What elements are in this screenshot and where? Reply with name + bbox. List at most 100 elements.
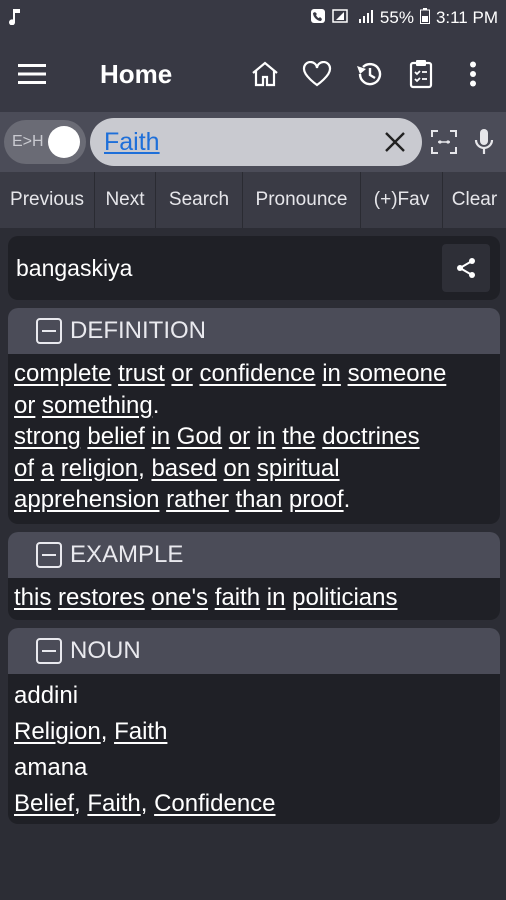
definition-word[interactable]: trust [118, 360, 165, 387]
toggle-knob [48, 126, 80, 158]
definition-word[interactable]: doctrines [322, 423, 419, 450]
definition-word[interactable]: proof [289, 486, 344, 513]
search-row: E>H Faith [0, 112, 506, 172]
heart-icon[interactable] [296, 53, 338, 95]
definition-word[interactable]: rather [166, 486, 229, 513]
punctuation: , [100, 718, 108, 745]
definition-word[interactable]: someone [348, 360, 447, 387]
synonym-link[interactable]: Faith [114, 718, 167, 745]
mic-icon[interactable] [466, 120, 502, 164]
definition-word[interactable]: in [257, 423, 276, 450]
definition-word[interactable]: on [224, 455, 251, 482]
example-header[interactable]: EXAMPLE [8, 532, 500, 578]
example-heading: EXAMPLE [70, 541, 184, 568]
menu-icon[interactable] [12, 54, 52, 94]
definition-word[interactable]: spiritual [257, 455, 340, 482]
definition-line: of a religion, based on spiritual [14, 453, 494, 485]
synonym-link[interactable]: Confidence [154, 790, 275, 817]
example-word[interactable]: politicians [292, 584, 397, 611]
punctuation: . [152, 391, 160, 419]
definition-body: complete trust or confidence in someone … [8, 354, 500, 524]
previous-button[interactable]: Previous [0, 172, 95, 228]
noun-card: NOUN addini Religion, Faith amana Belief… [8, 628, 500, 824]
search-query[interactable]: Faith [100, 128, 378, 157]
history-icon[interactable] [348, 53, 390, 95]
definition-word[interactable]: than [236, 486, 283, 513]
definition-word[interactable]: religion [61, 455, 138, 482]
noun-entry: amana [14, 754, 88, 781]
app-bar: Home [0, 36, 506, 112]
home-icon[interactable] [244, 53, 286, 95]
translation-card: bangaskiya [8, 236, 500, 300]
definition-word[interactable]: complete [14, 360, 111, 387]
synonym-link[interactable]: Belief [14, 790, 74, 817]
example-word[interactable]: faith [215, 584, 260, 611]
example-card: EXAMPLE this restores one's faith in pol… [8, 532, 500, 620]
definition-word[interactable]: the [282, 423, 315, 450]
language-toggle[interactable]: E>H [4, 120, 86, 164]
search-input[interactable]: Faith [90, 118, 422, 166]
definition-word[interactable]: based [151, 455, 216, 482]
noun-heading: NOUN [70, 637, 141, 664]
definition-word[interactable]: or [14, 392, 35, 419]
definition-word[interactable]: something [42, 392, 153, 419]
punctuation: , [138, 454, 145, 482]
definition-word[interactable]: confidence [199, 360, 315, 387]
noun-synonyms: Belief, Faith, Confidence [14, 786, 494, 822]
noun-body: addini Religion, Faith amana Belief, Fai… [8, 674, 500, 824]
example-word[interactable]: in [267, 584, 286, 611]
battery-icon [419, 7, 430, 29]
definition-card: DEFINITION complete trust or confidence … [8, 308, 500, 524]
definition-line: or something. [14, 390, 494, 422]
definition-word[interactable]: or [171, 360, 192, 387]
example-word[interactable]: one's [151, 584, 208, 611]
example-body: this restores one's faith in politicians [8, 578, 500, 620]
noun-synonyms: Religion, Faith [14, 714, 494, 750]
definition-word[interactable]: in [151, 423, 170, 450]
definition-heading: DEFINITION [70, 317, 206, 344]
translation-word: bangaskiya [16, 254, 133, 281]
action-button-row: Previous Next Search Pronounce (+)Fav Cl… [0, 172, 506, 228]
definition-word[interactable]: God [177, 423, 222, 450]
collapse-icon[interactable] [36, 318, 62, 344]
clipboard-icon[interactable] [400, 53, 442, 95]
noun-header[interactable]: NOUN [8, 628, 500, 674]
punctuation: , [140, 790, 148, 817]
add-fav-button[interactable]: (+)Fav [361, 172, 443, 228]
page-title: Home [100, 58, 173, 89]
example-word[interactable]: restores [58, 584, 145, 611]
definition-line: apprehension rather than proof. [14, 484, 494, 516]
scan-text-icon[interactable] [426, 120, 462, 164]
more-vert-icon[interactable] [452, 53, 494, 95]
example-word[interactable]: this [14, 584, 51, 611]
definition-header[interactable]: DEFINITION [8, 308, 500, 354]
battery-percent: 55% [379, 8, 414, 27]
synonym-link[interactable]: Faith [87, 790, 140, 817]
definition-line: complete trust or confidence in someone [14, 358, 494, 390]
noun-entry: addini [14, 682, 79, 709]
status-bar: 55% 3:11 PM [0, 0, 506, 36]
synonym-link[interactable]: Religion [14, 718, 101, 745]
collapse-icon[interactable] [36, 638, 62, 664]
definition-word[interactable]: of [14, 455, 34, 482]
clock: 3:11 PM [435, 8, 498, 27]
language-toggle-label: E>H [12, 133, 44, 150]
definition-word[interactable]: apprehension [14, 486, 159, 513]
definition-word[interactable]: belief [87, 423, 144, 450]
definition-word[interactable]: strong [14, 423, 81, 450]
punctuation: , [74, 790, 81, 817]
definition-word[interactable]: or [229, 423, 250, 450]
pronounce-button[interactable]: Pronounce [243, 172, 361, 228]
share-icon[interactable] [442, 244, 490, 292]
clear-button[interactable]: Clear [443, 172, 506, 228]
music-note-icon [8, 7, 22, 30]
definition-word[interactable]: in [322, 360, 341, 387]
definition-line: strong belief in God or in the doctrines [14, 421, 494, 453]
definition-word[interactable]: a [41, 455, 54, 482]
next-button[interactable]: Next [95, 172, 156, 228]
collapse-icon[interactable] [36, 542, 62, 568]
cell-signal-icon [358, 8, 374, 28]
close-icon[interactable] [378, 125, 412, 159]
search-button[interactable]: Search [156, 172, 243, 228]
punctuation: . [343, 486, 351, 513]
